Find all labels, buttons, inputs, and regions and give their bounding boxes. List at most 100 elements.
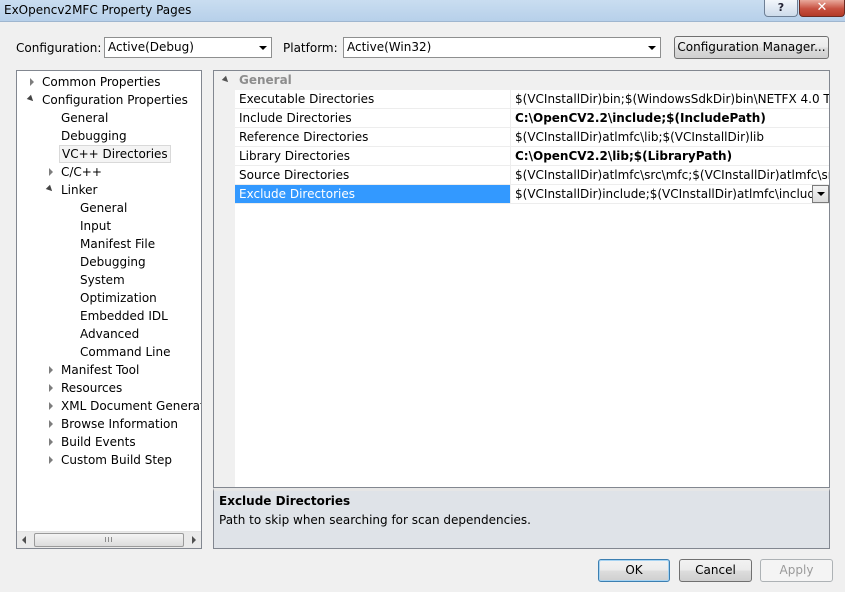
apply-button[interactable]: Apply: [760, 559, 833, 582]
tree-item[interactable]: C/C++: [17, 163, 201, 181]
scroll-left-icon[interactable]: [22, 536, 26, 544]
tree-item-label: Custom Build Step: [61, 453, 173, 467]
category-tree[interactable]: Common Properties Configuration Propertie…: [16, 70, 202, 549]
tree-item[interactable]: Manifest Tool: [17, 361, 201, 379]
chevron-down-icon[interactable]: [812, 185, 829, 203]
category-row-general[interactable]: General: [214, 71, 829, 90]
tree-item[interactable]: General: [17, 109, 201, 127]
tree-item-label: Optimization: [80, 291, 157, 305]
cancel-button[interactable]: Cancel: [679, 559, 752, 582]
property-name[interactable]: Executable Directories: [235, 90, 511, 108]
window-title: ExOpencv2MFC Property Pages: [4, 3, 192, 17]
tree-item-label: Common Properties: [42, 75, 161, 89]
property-value[interactable]: $(VCInstallDir)atlmfc\lib;$(VCInstallDir…: [512, 128, 829, 146]
property-value-text: $(VCInstallDir)atlmfc\src\mfc;$(VCInstal…: [515, 168, 829, 182]
property-name[interactable]: Include Directories: [235, 109, 511, 127]
tree-item-label: Manifest Tool: [61, 363, 140, 377]
tree-item[interactable]: Embedded IDL: [17, 307, 201, 325]
property-name[interactable]: Exclude Directories: [235, 185, 511, 203]
configuration-label: Configuration:: [16, 41, 102, 55]
property-value-text: $(VCInstallDir)bin;$(WindowsSdkDir)bin\N…: [515, 92, 829, 106]
tree-item-label: Debugging: [61, 129, 127, 143]
collapse-icon[interactable]: [26, 94, 36, 104]
tree-item-label: General: [61, 111, 109, 125]
property-row[interactable]: Exclude Directories $(VCInstallDir)includ…: [235, 185, 829, 204]
collapse-icon[interactable]: [221, 75, 231, 85]
property-value[interactable]: C:\OpenCV2.2\lib;$(LibraryPath): [512, 147, 829, 165]
description-text: Path to skip when searching for scan dep…: [219, 513, 531, 527]
scroll-right-icon[interactable]: [192, 536, 196, 544]
tree-item[interactable]: Common Properties: [17, 73, 201, 91]
expand-icon[interactable]: [49, 438, 53, 446]
property-name[interactable]: Reference Directories: [235, 128, 511, 146]
expand-icon[interactable]: [49, 168, 53, 176]
tree-item[interactable]: Advanced: [17, 325, 201, 343]
tree-horizontal-scrollbar[interactable]: III: [17, 531, 201, 548]
tree-item[interactable]: Configuration Properties: [17, 91, 201, 109]
tree-item[interactable]: Manifest File: [17, 235, 201, 253]
tree-item-label: C/C++: [61, 165, 102, 179]
scroll-thumb[interactable]: III: [34, 533, 184, 547]
property-value-text: $(VCInstallDir)include;$(VCInstallDir)at…: [515, 187, 829, 201]
title-bar: ExOpencv2MFC Property Pages ? ✕: [0, 0, 845, 22]
expand-icon[interactable]: [49, 402, 53, 410]
tree-item[interactable]: Linker: [17, 181, 201, 199]
configuration-value: Active(Debug): [108, 40, 194, 54]
property-value[interactable]: $(VCInstallDir)atlmfc\src\mfc;$(VCInstal…: [512, 166, 829, 184]
tree-item-label: Browse Information: [61, 417, 178, 431]
tree-item[interactable]: Debugging: [17, 127, 201, 145]
property-row[interactable]: Library Directories C:\OpenCV2.2\lib;$(Li…: [235, 147, 829, 166]
tree-item-label: XML Document Generator: [61, 399, 202, 413]
ok-button[interactable]: OK: [598, 559, 670, 582]
property-name[interactable]: Source Directories: [235, 166, 511, 184]
tree-item[interactable]: General: [17, 199, 201, 217]
property-name[interactable]: Library Directories: [235, 147, 511, 165]
expand-icon[interactable]: [49, 384, 53, 392]
chevron-down-icon: [643, 38, 660, 57]
platform-select[interactable]: Active(Win32): [343, 37, 661, 58]
property-row[interactable]: Reference Directories $(VCInstallDir)atlm…: [235, 128, 829, 147]
tree-item[interactable]: Command Line: [17, 343, 201, 361]
expand-icon[interactable]: [49, 366, 53, 374]
tree-item[interactable]: VC++ Directories: [17, 145, 201, 163]
platform-label: Platform:: [283, 41, 338, 55]
property-grid: General Executable Directories $(VCInstal…: [213, 70, 830, 488]
tree-item[interactable]: Input: [17, 217, 201, 235]
tree-item-label: Resources: [61, 381, 123, 395]
tree-item-label: Build Events: [61, 435, 136, 449]
collapse-icon[interactable]: [45, 184, 55, 194]
help-button[interactable]: ?: [764, 0, 798, 17]
property-row[interactable]: Include Directories C:\OpenCV2.2\include;…: [235, 109, 829, 128]
close-button[interactable]: ✕: [799, 0, 845, 17]
tree-item[interactable]: XML Document Generator: [17, 397, 201, 415]
property-value[interactable]: $(VCInstallDir)bin;$(WindowsSdkDir)bin\N…: [512, 90, 829, 108]
property-value-text: C:\OpenCV2.2\lib;$(LibraryPath): [515, 149, 733, 163]
tree-item[interactable]: Browse Information: [17, 415, 201, 433]
tree-item[interactable]: Optimization: [17, 289, 201, 307]
property-row[interactable]: Executable Directories $(VCInstallDir)bin…: [235, 90, 829, 109]
tree-item-label: Input: [80, 219, 112, 233]
chevron-down-icon: [254, 38, 271, 57]
grid-margin: [214, 71, 235, 487]
property-value[interactable]: C:\OpenCV2.2\include;$(IncludePath): [512, 109, 829, 127]
tree-item[interactable]: System: [17, 271, 201, 289]
tree-item-label: Manifest File: [80, 237, 156, 251]
property-row[interactable]: Source Directories $(VCInstallDir)atlmfc\…: [235, 166, 829, 185]
tree-item[interactable]: Build Events: [17, 433, 201, 451]
tree-item-label: Debugging: [80, 255, 146, 269]
tree-item-label: General: [80, 201, 128, 215]
expand-icon[interactable]: [49, 456, 53, 464]
tree-item-label: Linker: [61, 183, 98, 197]
configuration-select[interactable]: Active(Debug): [104, 37, 272, 58]
property-value-text: $(VCInstallDir)atlmfc\lib;$(VCInstallDir…: [515, 130, 764, 144]
property-value-text: C:\OpenCV2.2\include;$(IncludePath): [515, 111, 766, 125]
tree-item[interactable]: Debugging: [17, 253, 201, 271]
tree-item[interactable]: Custom Build Step: [17, 451, 201, 469]
configuration-manager-button[interactable]: Configuration Manager...: [674, 36, 829, 59]
expand-icon[interactable]: [30, 78, 34, 86]
expand-icon[interactable]: [49, 420, 53, 428]
tree-item-label: Configuration Properties: [42, 93, 188, 107]
tree-item[interactable]: Resources: [17, 379, 201, 397]
property-value[interactable]: $(VCInstallDir)include;$(VCInstallDir)at…: [512, 185, 829, 203]
category-label: General: [239, 73, 292, 87]
